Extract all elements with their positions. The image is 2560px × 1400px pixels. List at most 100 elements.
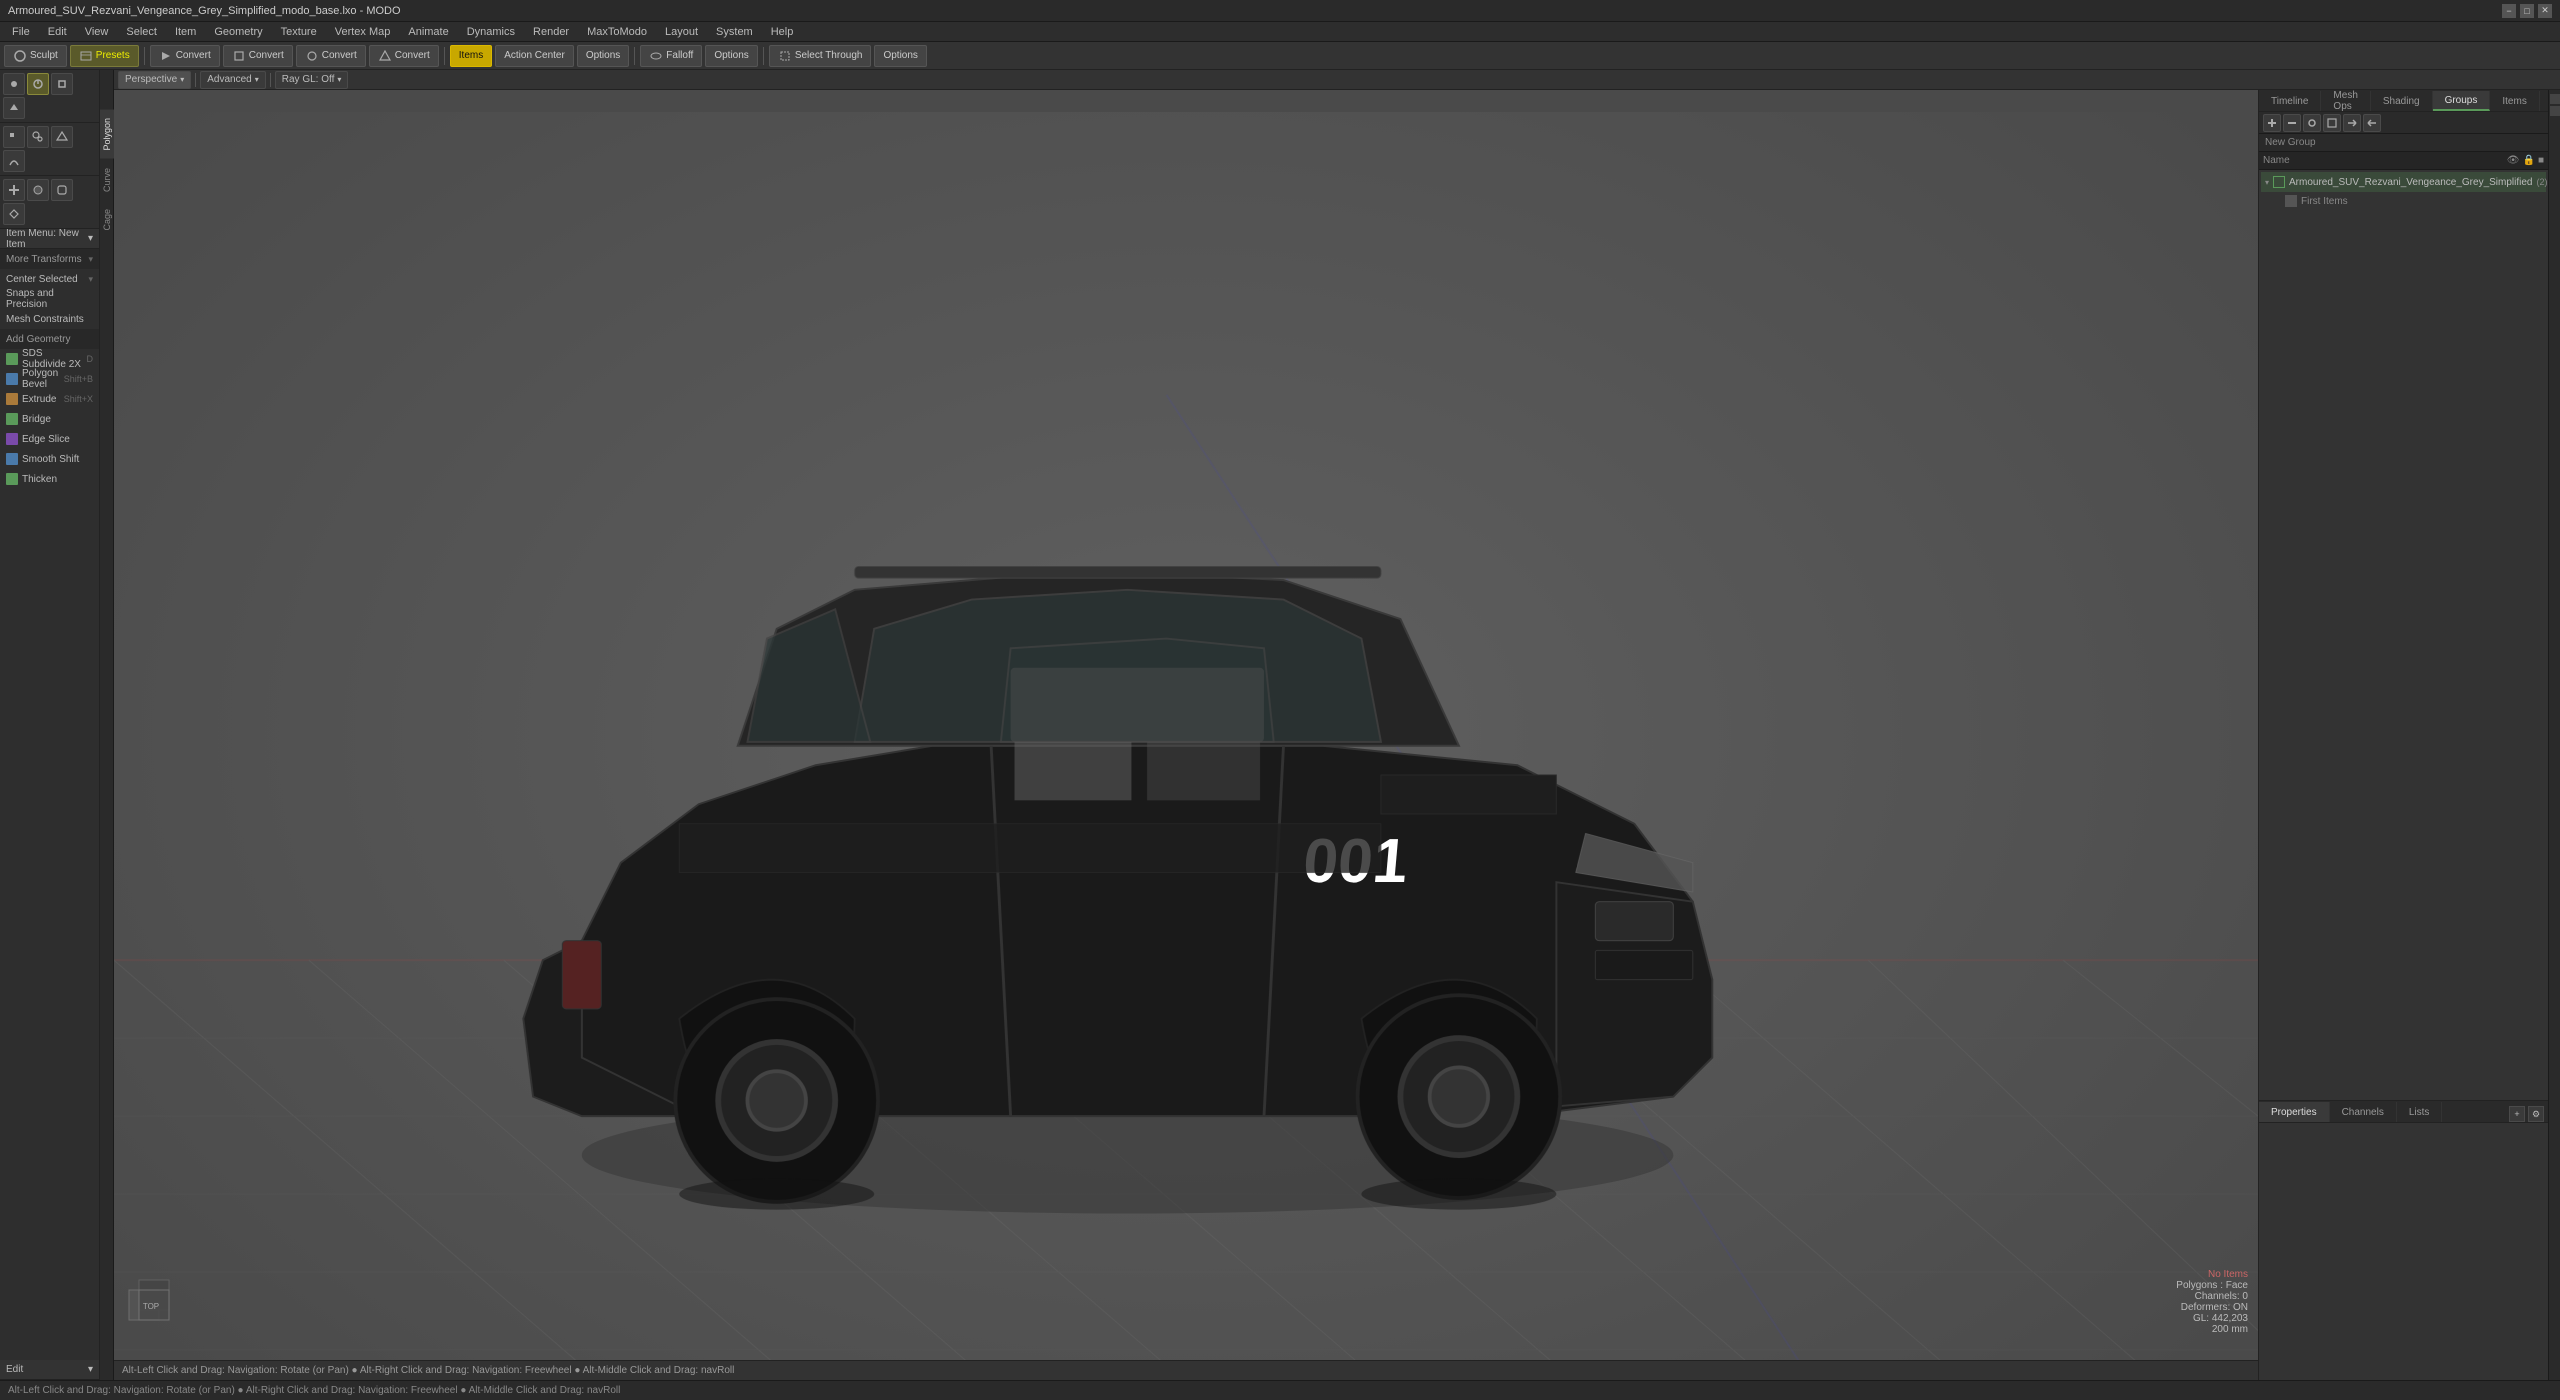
groups-item-suv[interactable]: ▾ Armoured_SUV_Rezvani_Vengeance_Grey_Si… <box>2261 172 2546 192</box>
maximize-button[interactable]: □ <box>2520 4 2534 18</box>
tool-icon-11[interactable] <box>51 179 73 201</box>
item-menu-dropdown[interactable]: Item Menu: New Item ▾ <box>0 229 99 249</box>
mesh-constraints-item[interactable]: Mesh Constraints <box>0 309 99 329</box>
tab-items[interactable]: Items <box>2490 91 2539 111</box>
tab-groups[interactable]: Groups <box>2433 91 2491 111</box>
center-selected-item[interactable]: Center Selected ▾ <box>0 269 99 289</box>
menu-vertex-map[interactable]: Vertex Map <box>327 25 399 39</box>
bottom-panel-add-button[interactable]: + <box>2509 1106 2525 1122</box>
tab-shading[interactable]: Shading <box>2371 91 2433 111</box>
main-toolbar: Sculpt Presets Convert Convert Convert <box>0 42 2560 70</box>
convert-button-1[interactable]: Convert <box>150 45 220 67</box>
groups-header-row: Name 👁 🔒 ■ <box>2259 152 2548 170</box>
options-button-1[interactable]: Options <box>577 45 629 67</box>
menu-help[interactable]: Help <box>763 25 802 39</box>
add-geometry-item[interactable]: Add Geometry <box>0 329 99 349</box>
viewport-area[interactable]: ⊕ ◈ ⊞ ⊡ ↔ ↕ <box>114 90 2258 1380</box>
polygon-bevel-item[interactable]: Polygon Bevel Shift+B <box>0 369 99 389</box>
strip-btn-1[interactable] <box>2550 94 2560 104</box>
convert-icon-1 <box>159 49 173 63</box>
strip-btn-2[interactable] <box>2550 106 2560 116</box>
advanced-chevron-icon: ▾ <box>255 75 259 84</box>
tool-transform-icon[interactable] <box>3 97 25 119</box>
edit-dropdown[interactable]: Edit ▾ <box>0 1360 99 1380</box>
tool-icon-6[interactable] <box>27 126 49 148</box>
items-button[interactable]: Items <box>450 45 492 67</box>
menu-texture[interactable]: Texture <box>273 25 325 39</box>
title-bar: Armoured_SUV_Rezvani_Vengeance_Grey_Simp… <box>0 0 2560 22</box>
options-button-2[interactable]: Options <box>705 45 757 67</box>
ray-gl-button[interactable]: Ray GL: Off ▾ <box>275 71 349 89</box>
action-center-button[interactable]: Action Center <box>495 45 574 67</box>
sculpt-button[interactable]: Sculpt <box>4 45 67 67</box>
left-tab-curve[interactable]: Curve <box>100 160 114 200</box>
groups-icon-2[interactable] <box>2323 114 2341 132</box>
tab-timeline[interactable]: Timeline <box>2259 91 2321 111</box>
groups-icon-1[interactable] <box>2303 114 2321 132</box>
convert-button-3[interactable]: Convert <box>296 45 366 67</box>
tool-rotate-icon[interactable] <box>27 73 49 95</box>
groups-sub-name: First Items <box>2301 196 2348 207</box>
tool-icon-9[interactable] <box>3 179 25 201</box>
left-panel: Item Menu: New Item ▾ More Transforms ▾ … <box>0 70 114 1380</box>
close-button[interactable]: ✕ <box>2538 4 2552 18</box>
perspective-button[interactable]: Perspective ▾ <box>118 71 191 89</box>
extrude-item[interactable]: Extrude Shift+X <box>0 389 99 409</box>
tool-icon-12[interactable] <box>3 203 25 225</box>
groups-icon-3[interactable] <box>2343 114 2361 132</box>
select-through-button[interactable]: Select Through <box>769 45 872 67</box>
smooth-shift-item[interactable]: Smooth Shift <box>0 449 99 469</box>
groups-toolbar <box>2259 112 2548 134</box>
tab-properties[interactable]: Properties <box>2259 1102 2330 1122</box>
bridge-icon <box>6 413 18 425</box>
convert-button-4[interactable]: Convert <box>369 45 439 67</box>
secondary-toolbar: Perspective ▾ Advanced ▾ Ray GL: Off ▾ <box>114 70 2560 90</box>
tool-scale-icon[interactable] <box>51 73 73 95</box>
edge-slice-item[interactable]: Edge Slice <box>0 429 99 449</box>
gl-label: GL: 442,203 <box>2176 1313 2248 1324</box>
groups-delete-button[interactable] <box>2283 114 2301 132</box>
menu-maxtomodo[interactable]: MaxToModo <box>579 25 655 39</box>
tool-icon-8[interactable] <box>3 150 25 172</box>
left-tab-polygon[interactable]: Polygon <box>100 110 114 159</box>
minimize-button[interactable]: − <box>2502 4 2516 18</box>
bridge-item[interactable]: Bridge <box>0 409 99 429</box>
bottom-panel-settings-icon[interactable]: ⚙ <box>2528 1106 2544 1122</box>
presets-button[interactable]: Presets <box>70 45 139 67</box>
toolbar-separator-4 <box>763 47 764 65</box>
menu-select[interactable]: Select <box>118 25 165 39</box>
toolbar-separator-1 <box>144 47 145 65</box>
title-bar-controls: − □ ✕ <box>2502 4 2552 18</box>
tab-lists[interactable]: Lists <box>2397 1102 2443 1122</box>
advanced-button[interactable]: Advanced ▾ <box>200 71 266 89</box>
menu-render[interactable]: Render <box>525 25 577 39</box>
menu-dynamics[interactable]: Dynamics <box>459 25 523 39</box>
falloff-button[interactable]: Falloff <box>640 45 702 67</box>
tab-channels[interactable]: Channels <box>2330 1102 2397 1122</box>
menu-system[interactable]: System <box>708 25 761 39</box>
menu-layout[interactable]: Layout <box>657 25 706 39</box>
options-button-3[interactable]: Options <box>874 45 926 67</box>
menu-edit[interactable]: Edit <box>40 25 75 39</box>
menu-animate[interactable]: Animate <box>400 25 456 39</box>
groups-icon-4[interactable] <box>2363 114 2381 132</box>
viewport-canvas[interactable]: 001 <box>114 112 2258 1360</box>
menu-geometry[interactable]: Geometry <box>206 25 270 39</box>
menu-view[interactable]: View <box>77 25 117 39</box>
snaps-precision-item[interactable]: Snaps and Precision <box>0 289 99 309</box>
menu-file[interactable]: File <box>4 25 38 39</box>
groups-sub-item-first[interactable]: First Items <box>2261 192 2546 210</box>
convert-button-2[interactable]: Convert <box>223 45 293 67</box>
thicken-item[interactable]: Thicken <box>0 469 99 489</box>
tool-icon-5[interactable] <box>3 126 25 148</box>
tool-move-icon[interactable] <box>3 73 25 95</box>
tab-mesh-ops[interactable]: Mesh Ops <box>2321 91 2370 111</box>
groups-item-mesh-icon <box>2273 176 2285 188</box>
tool-icon-7[interactable] <box>51 126 73 148</box>
left-tab-cage[interactable]: Cage <box>100 201 114 239</box>
menu-item[interactable]: Item <box>167 25 204 39</box>
sds-subdivide-item[interactable]: SDS Subdivide 2X D <box>0 349 99 369</box>
more-transforms-item[interactable]: More Transforms ▾ <box>0 249 99 269</box>
tool-icon-10[interactable] <box>27 179 49 201</box>
groups-new-button[interactable] <box>2263 114 2281 132</box>
